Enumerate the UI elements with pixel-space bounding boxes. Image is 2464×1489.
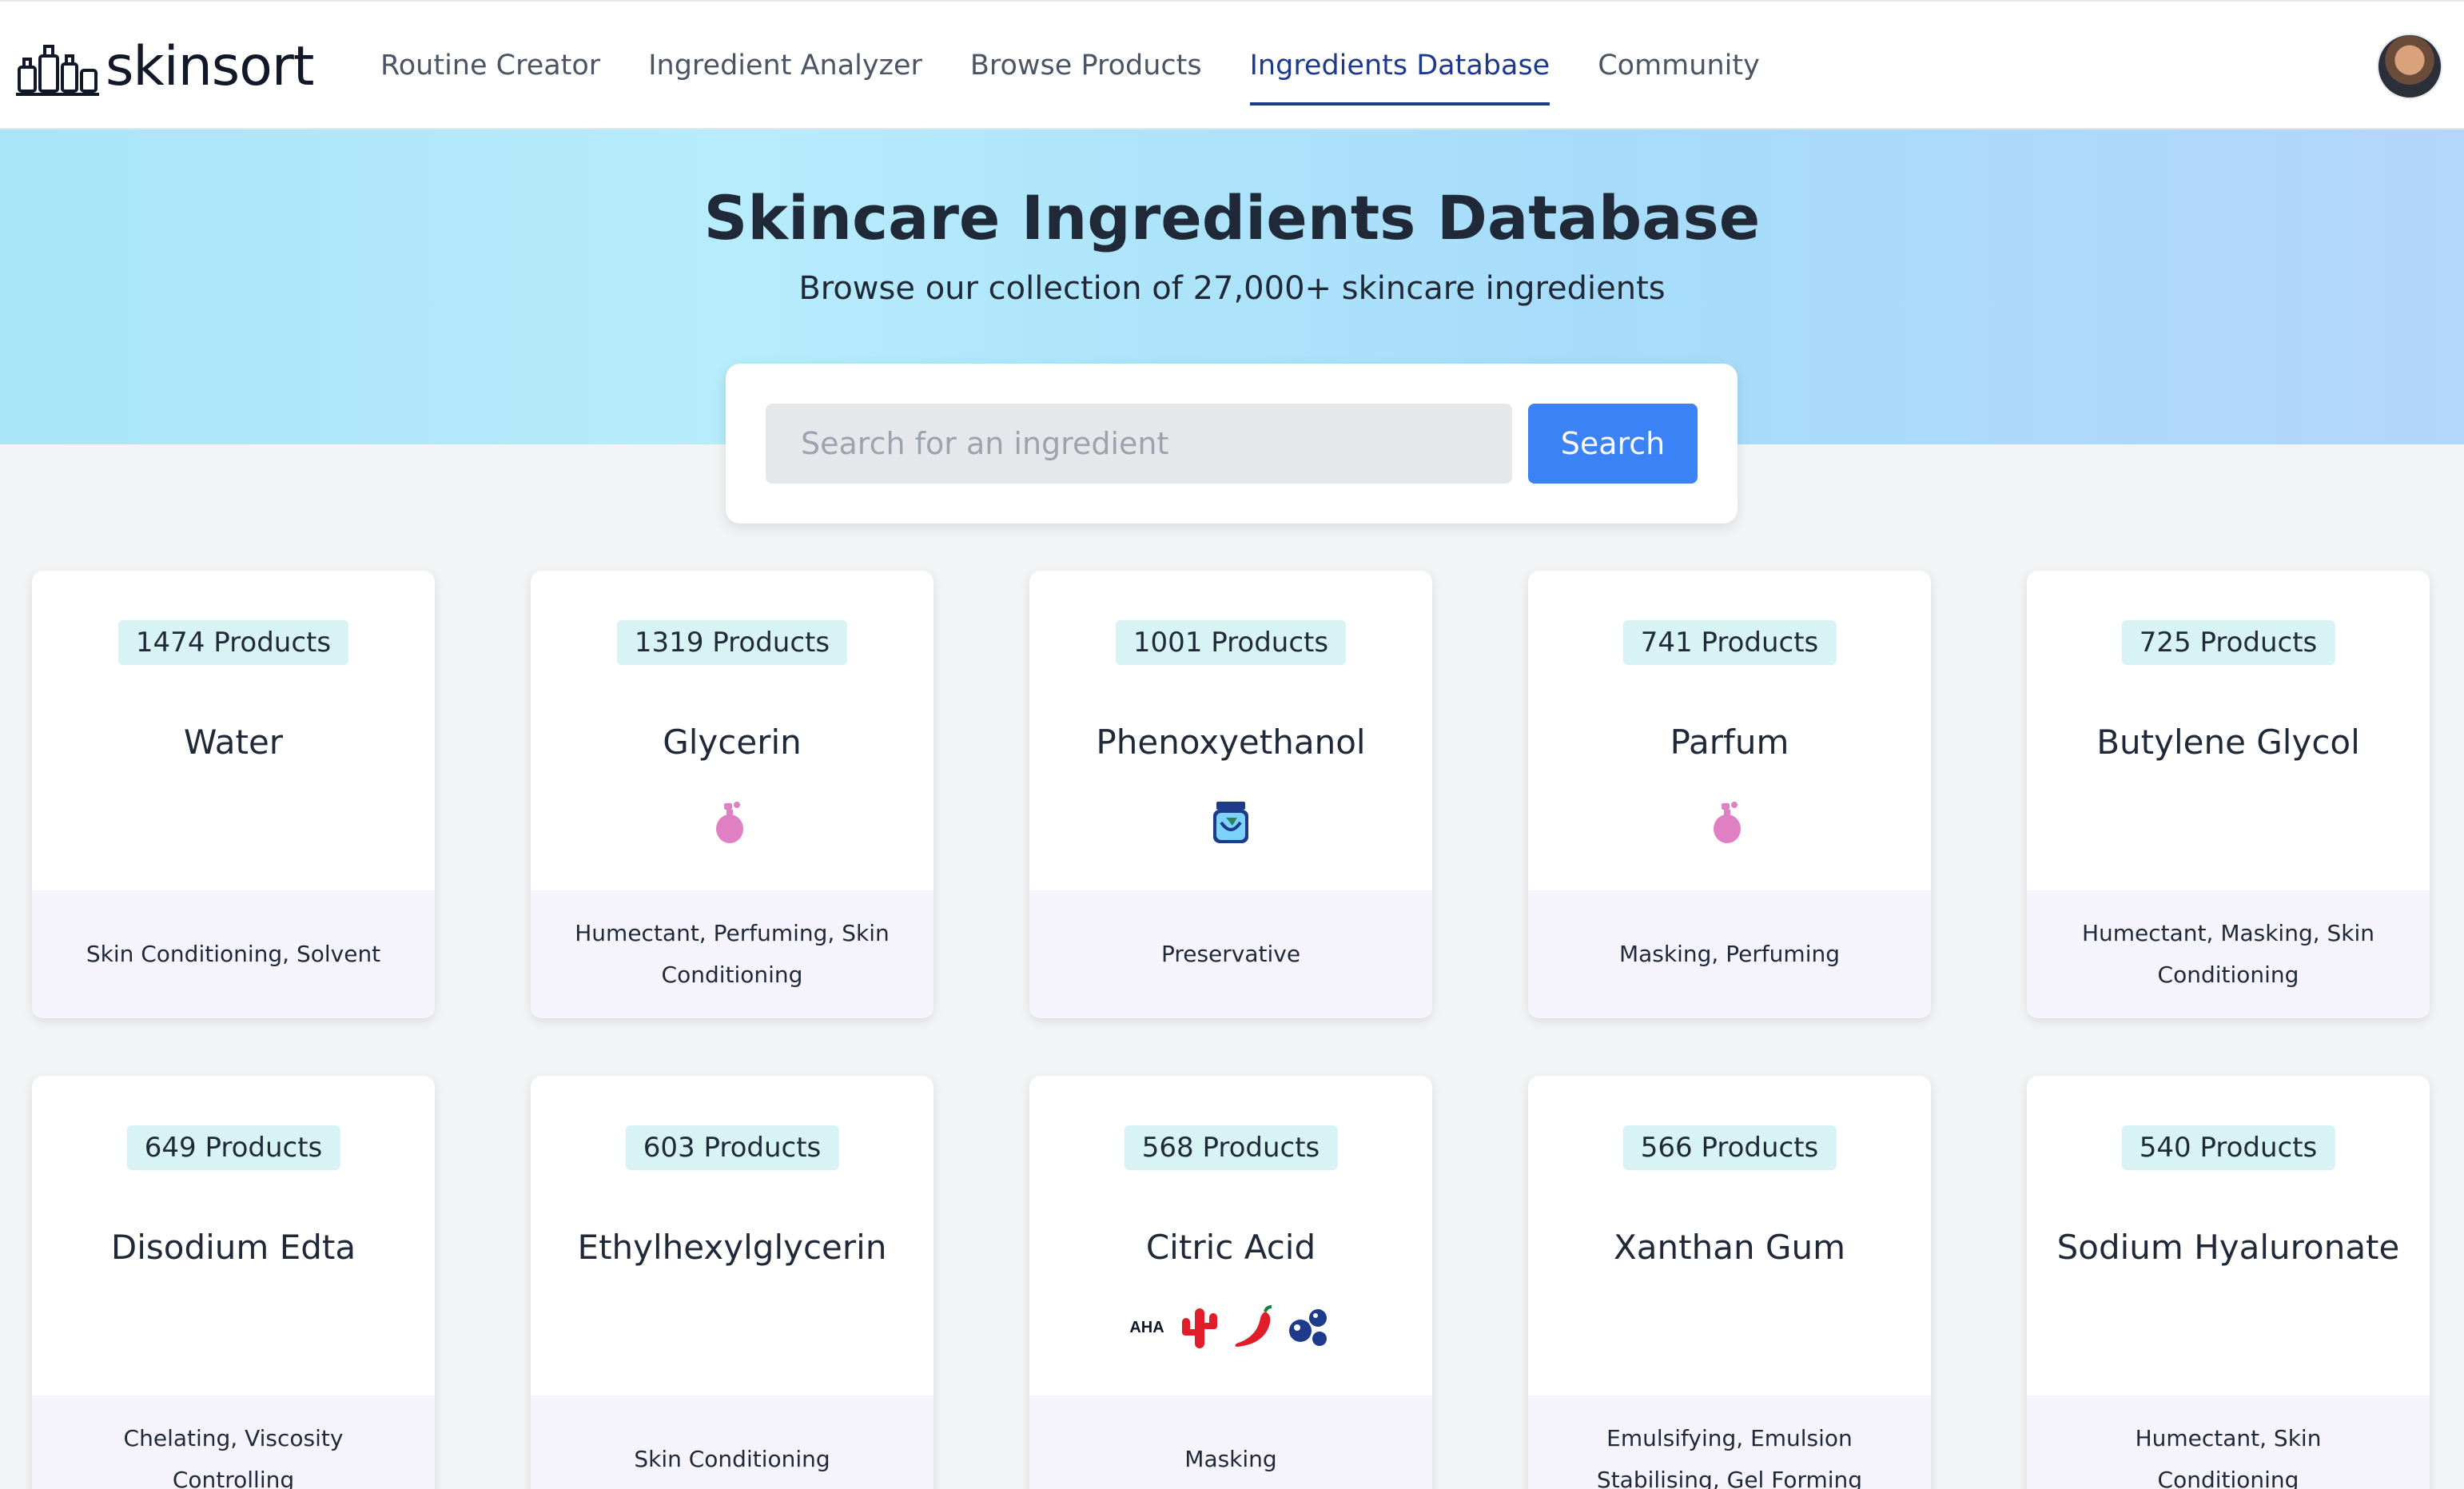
cactus-icon bbox=[1181, 1308, 1217, 1348]
nav-community[interactable]: Community bbox=[1598, 2, 1760, 129]
nav-browse-products[interactable]: Browse Products bbox=[970, 2, 1202, 129]
ingredient-icons bbox=[1029, 796, 1432, 849]
ingredient-functions: Humectant, Masking, Skin Conditioning bbox=[2027, 890, 2430, 1018]
ingredient-icons bbox=[531, 796, 933, 849]
ingredient-name: Sodium Hyaluronate bbox=[2056, 1228, 2400, 1267]
ingredient-card-water[interactable]: 1474 Products Water Skin Conditioning, S… bbox=[32, 571, 435, 1018]
ingredient-name: Ethylhexylglycerin bbox=[577, 1228, 887, 1267]
ingredient-name: Parfum bbox=[1670, 723, 1789, 762]
ingredient-card-disodium-edta[interactable]: 649 Products Disodium Edta Chelating, Vi… bbox=[32, 1076, 435, 1489]
ingredient-icons: AHA bbox=[1029, 1301, 1432, 1354]
product-count-badge: 603 Products bbox=[625, 1125, 839, 1170]
product-count-badge: 1474 Products bbox=[117, 620, 349, 665]
bottles-logo-icon bbox=[16, 45, 99, 96]
product-count-badge: 741 Products bbox=[1622, 620, 1837, 665]
ingredient-name: Phenoxyethanol bbox=[1096, 723, 1366, 762]
top-navigation: skinsort Routine Creator Ingredient Anal… bbox=[0, 0, 2464, 129]
perfume-bottle-icon bbox=[1714, 802, 1741, 843]
ingredient-name: Disodium Edta bbox=[110, 1228, 356, 1267]
search-button[interactable]: Search bbox=[1528, 404, 1698, 484]
product-count-badge: 1001 Products bbox=[1115, 620, 1347, 665]
ingredient-card-citric-acid[interactable]: 568 Products Citric Acid AHA Masking bbox=[1029, 1076, 1432, 1489]
ingredient-functions: Chelating, Viscosity Controlling bbox=[32, 1395, 435, 1489]
ingredient-functions: Skin Conditioning bbox=[531, 1395, 933, 1489]
ingredient-icons bbox=[1528, 796, 1931, 849]
brand-name: skinsort bbox=[105, 35, 314, 98]
product-count-badge: 1319 Products bbox=[616, 620, 848, 665]
search-panel: Search bbox=[726, 364, 1738, 524]
product-count-badge: 649 Products bbox=[126, 1125, 340, 1170]
ingredient-card-ethylhexylglycerin[interactable]: 603 Products Ethylhexylglycerin Skin Con… bbox=[531, 1076, 933, 1489]
ingredient-functions: Humectant, Skin Conditioning bbox=[2027, 1395, 2430, 1489]
aha-icon: AHA bbox=[1129, 1318, 1164, 1336]
user-avatar[interactable] bbox=[2377, 34, 2442, 99]
ingredient-card-parfum[interactable]: 741 Products Parfum Masking, Perfuming bbox=[1528, 571, 1931, 1018]
ingredient-functions: Preservative bbox=[1029, 890, 1432, 1018]
main-menu: Routine Creator Ingredient Analyzer Brow… bbox=[380, 2, 1760, 129]
ingredient-card-phenoxyethanol[interactable]: 1001 Products Phenoxyethanol Preservativ… bbox=[1029, 571, 1432, 1018]
ingredient-card-glycerin[interactable]: 1319 Products Glycerin Humectant, Perfum… bbox=[531, 571, 933, 1018]
ingredient-functions: Humectant, Perfuming, Skin Conditioning bbox=[531, 890, 933, 1018]
bubbles-icon bbox=[1288, 1309, 1327, 1346]
chili-pepper-icon bbox=[1235, 1305, 1272, 1347]
ingredient-card-sodium-hyaluronate[interactable]: 540 Products Sodium Hyaluronate Humectan… bbox=[2027, 1076, 2430, 1489]
ingredient-functions: Masking, Perfuming bbox=[1528, 890, 1931, 1018]
nav-ingredients-database[interactable]: Ingredients Database bbox=[1249, 2, 1550, 129]
page-subtitle: Browse our collection of 27,000+ skincar… bbox=[798, 270, 1666, 307]
preservative-jar-icon bbox=[1213, 802, 1248, 843]
nav-routine-creator[interactable]: Routine Creator bbox=[380, 2, 600, 129]
ingredient-name: Glycerin bbox=[663, 723, 802, 762]
ingredient-card-butylene-glycol[interactable]: 725 Products Butylene Glycol Humectant, … bbox=[2027, 571, 2430, 1018]
product-count-badge: 568 Products bbox=[1124, 1125, 1338, 1170]
page-title: Skincare Ingredients Database bbox=[703, 182, 1761, 253]
product-count-badge: 566 Products bbox=[1622, 1125, 1837, 1170]
ingredient-card-xanthan-gum[interactable]: 566 Products Xanthan Gum Emulsifying, Em… bbox=[1528, 1076, 1931, 1489]
ingredient-functions: Skin Conditioning, Solvent bbox=[32, 890, 435, 1018]
ingredient-name: Water bbox=[183, 723, 284, 762]
search-input[interactable] bbox=[766, 404, 1512, 484]
product-count-badge: 540 Products bbox=[2121, 1125, 2335, 1170]
ingredient-functions: Masking bbox=[1029, 1395, 1432, 1489]
skinsort-logo[interactable]: skinsort bbox=[16, 35, 314, 99]
ingredient-name: Xanthan Gum bbox=[1613, 1228, 1845, 1267]
nav-ingredient-analyzer[interactable]: Ingredient Analyzer bbox=[648, 2, 922, 129]
product-count-badge: 725 Products bbox=[2121, 620, 2335, 665]
ingredient-functions: Emulsifying, Emulsion Stabilising, Gel F… bbox=[1528, 1395, 1931, 1489]
ingredient-grid: 1474 Products Water Skin Conditioning, S… bbox=[32, 571, 2431, 1489]
perfume-bottle-icon bbox=[716, 802, 743, 843]
ingredient-name: Butylene Glycol bbox=[2096, 723, 2360, 762]
ingredient-name: Citric Acid bbox=[1145, 1228, 1316, 1267]
